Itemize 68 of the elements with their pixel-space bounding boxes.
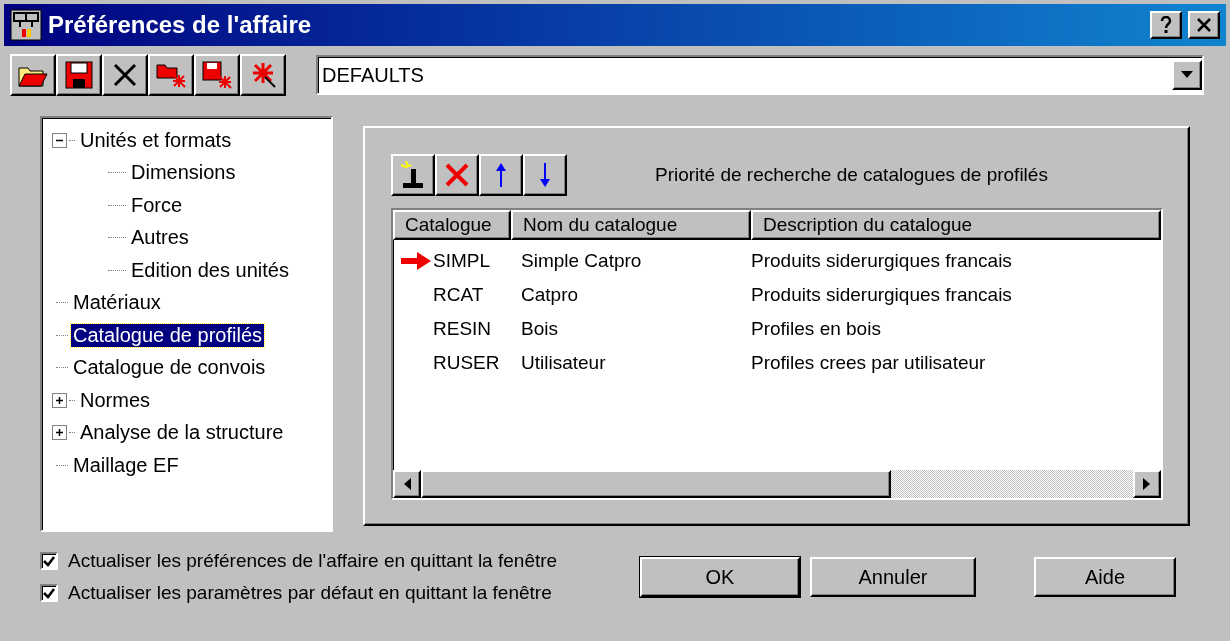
tree-item[interactable]: Dimensions (129, 161, 238, 185)
table-cell: SIMPL (433, 250, 491, 272)
column-header[interactable]: Description du catalogue (751, 210, 1161, 240)
caret-icon (1181, 71, 1193, 79)
open-star-button[interactable] (148, 54, 194, 96)
expand-icon[interactable] (52, 392, 67, 408)
checkbox-label: Actualiser les paramètres par défaut en quittant la fenêtre (68, 582, 552, 604)
horizontal-scrollbar[interactable] (393, 470, 1161, 498)
help-button[interactable] (1150, 11, 1182, 39)
move-down-button[interactable] (523, 154, 567, 196)
expand-icon[interactable] (52, 425, 67, 441)
dialog-button[interactable]: Annuler (810, 557, 976, 597)
arrow-up-icon (494, 161, 508, 189)
delete-button[interactable] (102, 54, 148, 96)
column-header[interactable]: Nom du catalogue (511, 210, 751, 240)
tree-item[interactable]: Catalogue de convois (71, 356, 268, 380)
help-icon (1160, 16, 1172, 34)
table-cell-text: Profiles en bois (751, 318, 882, 340)
remove-button[interactable] (435, 154, 479, 196)
table-cell: RESIN (433, 318, 492, 340)
tree-item[interactable]: Matériaux (71, 291, 163, 315)
checkbox[interactable] (40, 552, 58, 570)
dialog-button[interactable]: OK (640, 557, 800, 597)
close-icon (112, 62, 138, 88)
delete-icon (443, 161, 471, 189)
dialog-button[interactable]: Aide (1034, 557, 1176, 597)
table-cell-text: Utilisateur (520, 352, 607, 374)
table-cell-text: Produits siderurgiques francais (751, 250, 1013, 272)
tree-item[interactable]: Edition des unités (129, 258, 291, 282)
table-cell-text: Catpro (520, 284, 580, 306)
table-cell-text: Profiles crees par utilisateur (751, 352, 987, 374)
table-cell-text: Simple Catpro (520, 250, 643, 272)
star-button[interactable] (240, 54, 286, 96)
save-button[interactable] (56, 54, 102, 96)
checkmark-icon (43, 587, 55, 599)
checkbox[interactable] (40, 584, 58, 602)
panel-heading: Priorité de recherche de catalogues de profilés (655, 164, 1048, 186)
folder-star-icon (155, 61, 187, 89)
floppy-star-icon (201, 60, 233, 90)
close-button[interactable] (1188, 11, 1220, 39)
table-cell: RCAT (433, 284, 484, 306)
tree-item[interactable]: Force (129, 193, 185, 217)
window-title: Préférences de l'affaire (48, 11, 313, 39)
preset-dropdown[interactable]: DEFAULTS (316, 55, 1204, 95)
tree-item[interactable]: Unités et formats (78, 128, 234, 152)
add-button[interactable] (391, 154, 435, 196)
tree-item[interactable]: Maillage EF (71, 453, 181, 477)
tree-item[interactable]: Autres (129, 226, 191, 250)
checkbox-label: Actualiser les préférences de l'affaire en quittant la fenêtre (68, 550, 558, 572)
app-icon (10, 9, 42, 41)
arrow-right-icon (1143, 478, 1151, 490)
tree-item[interactable]: Normes (78, 388, 152, 412)
open-button[interactable] (10, 54, 56, 96)
dropdown-value: DEFAULTS (321, 63, 425, 87)
checkmark-icon (43, 555, 55, 567)
arrow-left-icon (403, 478, 411, 490)
move-up-button[interactable] (479, 154, 523, 196)
table-cell-text: Bois (520, 318, 559, 340)
tree-item[interactable]: Catalogue de profilés (71, 323, 264, 347)
dropdown-button[interactable] (1172, 60, 1202, 90)
collapse-icon[interactable] (52, 132, 67, 148)
save-star-button[interactable] (194, 54, 240, 96)
table-cell: RUSER (433, 352, 500, 374)
close-icon (1196, 17, 1212, 33)
column-header[interactable]: Catalogue (393, 210, 511, 240)
table-cell-text: Produits siderurgiques francais (751, 284, 1013, 306)
arrow-down-icon (538, 161, 552, 189)
tree-item[interactable]: Analyse de la structure (78, 421, 286, 445)
